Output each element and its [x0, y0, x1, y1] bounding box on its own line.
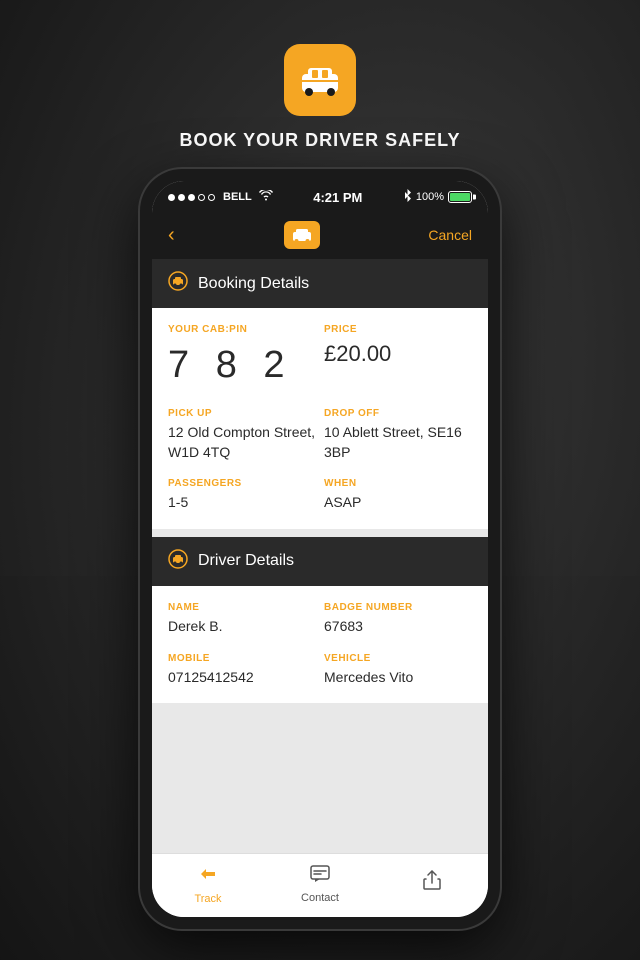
battery-icon — [448, 191, 472, 203]
phone-frame: BELL 4:21 PM — [140, 169, 500, 929]
pickup-field: PICK UP 12 Old Compton Street, W1D 4TQ — [168, 408, 316, 462]
nav-logo — [284, 221, 320, 249]
cab-pin-field: YOUR CAB:PIN 7 8 2 — [168, 324, 316, 392]
driver-name-value: Derek B. — [168, 617, 316, 637]
vehicle-value: Mercedes Vito — [324, 668, 472, 688]
contact-icon — [310, 865, 330, 888]
tab-bar: Track Contact — [152, 853, 488, 917]
battery-percent: 100% — [416, 191, 444, 203]
vehicle-field: VEHICLE Mercedes Vito — [324, 653, 472, 688]
mobile-value: 07125412542 — [168, 668, 316, 688]
pickup-value: 12 Old Compton Street, W1D 4TQ — [168, 423, 316, 462]
carrier-label: BELL — [223, 191, 252, 203]
badge-field: BADGE NUMBER 67683 — [324, 602, 472, 637]
booking-section-header: Booking Details — [152, 259, 488, 308]
status-bar: BELL 4:21 PM — [152, 181, 488, 211]
app-title: BOOK YOUR DRIVER SAFELY — [179, 130, 460, 151]
bottom-divider — [152, 703, 488, 711]
tab-track[interactable]: Track — [152, 864, 264, 905]
signal-indicator — [168, 194, 215, 201]
booking-card: YOUR CAB:PIN 7 8 2 PRICE £20.00 PICK UP … — [152, 308, 488, 529]
booking-section-icon — [168, 271, 188, 296]
bluetooth-icon — [403, 189, 412, 205]
booking-section-title: Booking Details — [198, 275, 309, 293]
wifi-icon — [259, 190, 273, 204]
pickup-label: PICK UP — [168, 408, 316, 419]
price-field: PRICE £20.00 — [324, 324, 472, 392]
passengers-value: 1-5 — [168, 493, 316, 513]
driver-name-label: NAME — [168, 602, 316, 613]
phone-screen: BELL 4:21 PM — [152, 181, 488, 917]
track-label: Track — [194, 893, 221, 905]
cancel-button[interactable]: Cancel — [428, 227, 472, 243]
mobile-label: MOBILE — [168, 653, 316, 664]
price-value: £20.00 — [324, 339, 472, 370]
track-icon — [198, 864, 218, 889]
when-field: WHEN ASAP — [324, 478, 472, 513]
cab-pin-value: 7 8 2 — [168, 339, 316, 392]
passengers-field: PASSENGERS 1-5 — [168, 478, 316, 513]
price-label: PRICE — [324, 324, 472, 335]
driver-card: NAME Derek B. BADGE NUMBER 67683 MOBILE … — [152, 586, 488, 703]
dropoff-field: DROP OFF 10 Ablett Street, SE16 3BP — [324, 408, 472, 462]
driver-name-field: NAME Derek B. — [168, 602, 316, 637]
app-header: BOOK YOUR DRIVER SAFELY — [179, 44, 460, 151]
tab-contact[interactable]: Contact — [264, 865, 376, 904]
badge-label: BADGE NUMBER — [324, 602, 472, 613]
app-logo — [284, 44, 356, 116]
mobile-field: MOBILE 07125412542 — [168, 653, 316, 688]
section-divider — [152, 529, 488, 537]
status-time: 4:21 PM — [313, 190, 362, 205]
badge-value: 67683 — [324, 617, 472, 637]
vehicle-label: VEHICLE — [324, 653, 472, 664]
tab-share[interactable] — [376, 870, 488, 899]
driver-section-header: Driver Details — [152, 537, 488, 586]
dropoff-label: DROP OFF — [324, 408, 472, 419]
contact-label: Contact — [301, 892, 339, 904]
back-button[interactable]: ‹ — [168, 224, 175, 247]
passengers-label: PASSENGERS — [168, 478, 316, 489]
driver-section-title: Driver Details — [198, 552, 294, 570]
when-value: ASAP — [324, 493, 472, 513]
driver-section-icon — [168, 549, 188, 574]
nav-bar: ‹ Cancel — [152, 211, 488, 259]
share-icon — [423, 870, 441, 895]
cab-pin-label: YOUR CAB:PIN — [168, 324, 316, 335]
dropoff-value: 10 Ablett Street, SE16 3BP — [324, 423, 472, 462]
screen-content: Booking Details YOUR CAB:PIN 7 8 2 PRICE — [152, 259, 488, 853]
when-label: WHEN — [324, 478, 472, 489]
